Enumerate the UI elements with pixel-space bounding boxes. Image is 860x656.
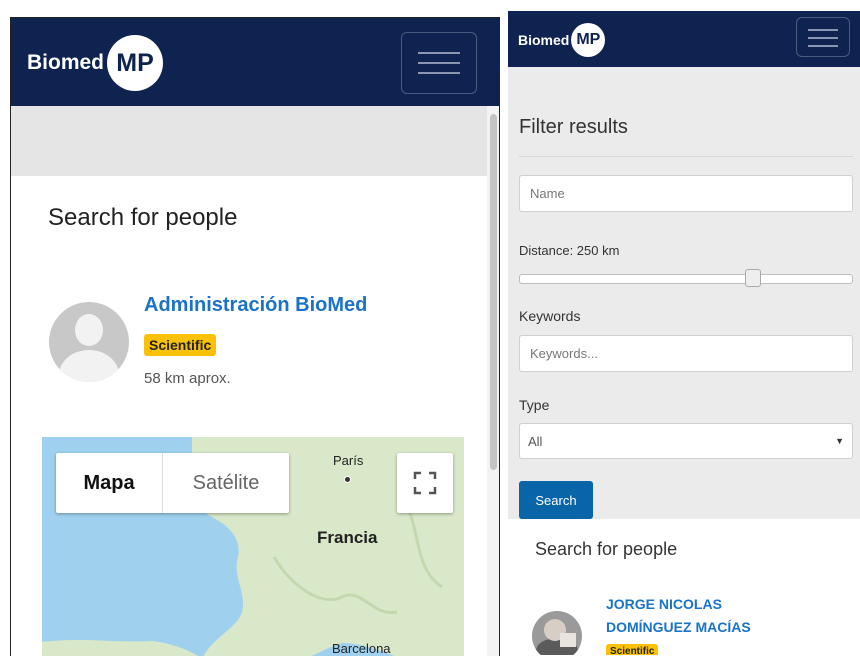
role-badge: Scientific <box>144 334 217 356</box>
distance-label: Distance: 250 km <box>519 243 620 258</box>
navbar: Biomed MP <box>11 18 499 106</box>
distance-slider-handle[interactable] <box>744 269 761 287</box>
city-dot-icon <box>344 476 351 483</box>
person-name-link[interactable]: Administración BioMed <box>144 294 367 317</box>
map[interactable]: Mapa Satélite París Francia Barcelona <box>42 437 464 656</box>
header-strip <box>11 106 487 176</box>
name-input[interactable]: Name <box>519 175 853 212</box>
type-label: Type <box>519 397 550 413</box>
fullscreen-icon[interactable] <box>397 453 453 513</box>
brand-text: Biomed <box>518 32 570 48</box>
navbar: Biomed MP <box>508 11 860 67</box>
role-badge: Scientific <box>606 644 659 655</box>
brand-text: Biomed <box>27 51 105 74</box>
hamburger-icon[interactable] <box>796 17 850 57</box>
brand-mp-badge: MP <box>107 35 164 91</box>
type-select[interactable]: All ▼ <box>519 423 853 459</box>
search-button[interactable]: Search <box>519 481 593 519</box>
left-mobile-view: Biomed MP Search for people Administraci… <box>10 17 500 656</box>
keywords-input[interactable]: Keywords... <box>519 335 853 372</box>
distance-text: 58 km aprox. <box>144 370 231 387</box>
distance-slider[interactable] <box>519 274 853 284</box>
divider <box>519 156 853 157</box>
chevron-down-icon: ▼ <box>835 436 844 446</box>
brand-mp-badge: MP <box>571 23 606 57</box>
page-title: Search for people <box>48 204 238 231</box>
map-tab-satellite[interactable]: Satélite <box>162 453 289 513</box>
map-label-paris: París <box>333 453 364 468</box>
map-tab-map[interactable]: Mapa <box>56 453 162 513</box>
brand-logo[interactable]: Biomed MP <box>27 35 164 91</box>
filter-title: Filter results <box>519 116 628 138</box>
person-name-link[interactable]: JORGE NICOLAS <box>606 596 722 612</box>
map-type-control: Mapa Satélite <box>56 453 289 513</box>
hamburger-icon[interactable] <box>401 32 477 94</box>
avatar[interactable] <box>532 611 582 655</box>
scrollbar-thumb[interactable] <box>490 114 497 470</box>
page-title: Search for people <box>535 539 678 559</box>
person-name-link[interactable]: DOMÍNGUEZ MACÍAS <box>606 619 751 635</box>
type-select-value: All <box>528 433 543 449</box>
right-mobile-view: Biomed MP Filter results Name Distance: … <box>508 11 860 655</box>
map-label-barcelona: Barcelona <box>332 641 391 656</box>
brand-logo[interactable]: Biomed MP <box>518 23 606 57</box>
avatar[interactable] <box>49 302 129 382</box>
map-label-france: Francia <box>317 528 378 547</box>
keywords-label: Keywords <box>519 308 581 324</box>
